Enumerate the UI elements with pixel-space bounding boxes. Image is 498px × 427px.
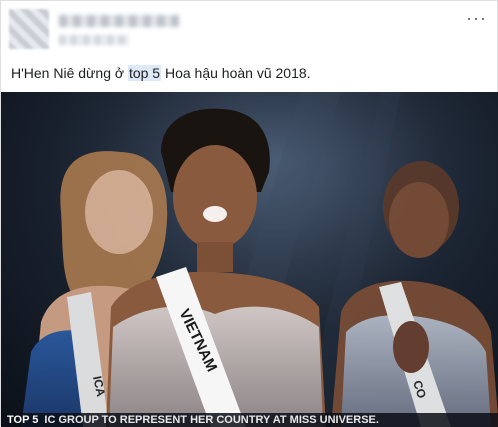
caption-text: H'Hen Niê dừng ở bbox=[11, 65, 128, 81]
pageant-photo-illustration: ICA CO VIETNAM bbox=[1, 92, 498, 427]
post-meta-blurred bbox=[59, 35, 129, 45]
author-name-blurred[interactable] bbox=[59, 15, 179, 27]
ticker-tag: TOP 5 bbox=[7, 414, 39, 426]
post-header: ··· bbox=[9, 9, 489, 53]
post-photo[interactable]: ICA CO VIETNAM TOP 5 IC GROUP TO REPRESE… bbox=[1, 92, 498, 427]
broadcast-ticker: TOP 5 IC GROUP TO REPRESENT HER COUNTRY A… bbox=[1, 413, 498, 427]
facebook-post: ··· H'Hen Niê dừng ở top 5 Hoa hậu hoàn … bbox=[0, 0, 498, 427]
post-caption: H'Hen Niê dừng ở top 5 Hoa hậu hoàn vũ 2… bbox=[11, 65, 311, 81]
more-options-icon[interactable]: ··· bbox=[466, 9, 487, 27]
avatar[interactable] bbox=[9, 9, 49, 49]
caption-text-end: Hoa hậu hoàn vũ 2018. bbox=[161, 65, 311, 81]
ticker-text: IC GROUP TO REPRESENT HER COUNTRY AT MIS… bbox=[44, 414, 379, 426]
caption-highlight: top 5 bbox=[127, 65, 162, 81]
